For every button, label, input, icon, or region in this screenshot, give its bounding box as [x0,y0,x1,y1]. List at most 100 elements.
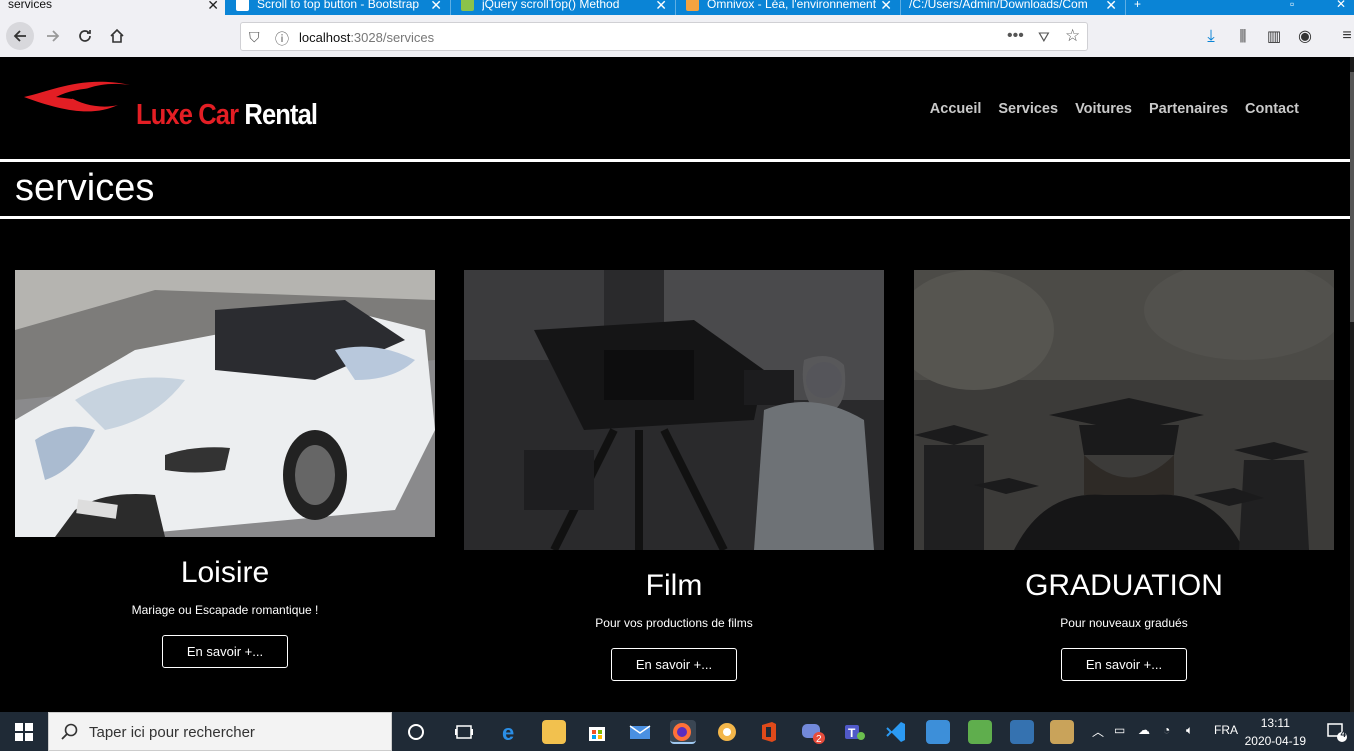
tab-separator [450,0,451,15]
tab-local-file[interactable]: /C:/Users/Admin/Downloads/Com ✕ [903,0,1123,15]
tab-jquery-scrolltop[interactable]: jQuery scrollTop() Method ✕ [453,0,673,15]
back-button[interactable] [6,22,34,50]
learn-more-button[interactable]: En savoir +... [162,635,288,668]
photos-icon[interactable] [926,720,950,744]
search-icon [61,723,78,740]
file-explorer-icon[interactable] [542,720,566,744]
address-bar[interactable]: ⛉ ⓘ localhost:3028/services ••• ⛛ ☆ [240,22,1088,51]
account-icon[interactable]: ◉ [1292,23,1318,49]
discord-icon[interactable]: 2 [800,720,825,745]
title-top-divider [0,159,1350,162]
hamburger-menu-icon[interactable]: ≡ [1334,23,1354,49]
office-icon[interactable] [757,720,781,744]
tab-scroll-to-top[interactable]: Scroll to top button - Bootstrap ✕ [228,0,448,15]
bootstrap-favicon-icon [236,0,249,11]
film-camera-image [464,270,884,550]
tab-title: services [8,0,53,11]
sidebar-icon[interactable]: ▥ [1261,23,1287,49]
cortana-icon[interactable] [404,720,428,744]
site-logo[interactable]: Luxe Car Rental [22,75,342,135]
main-nav: Accueil Services Voitures Partenaires Co… [930,101,1299,117]
home-button[interactable] [104,23,130,49]
battery-icon[interactable]: ▭ [1114,723,1125,737]
library-icon[interactable]: ⫼ [1230,23,1256,49]
taskbar-search-box[interactable]: Taper ici pour rechercher [48,712,392,751]
home-icon [110,28,124,43]
tab-title: /C:/Users/Admin/Downloads/Com [909,0,1088,11]
app-installer-icon[interactable] [968,720,992,744]
network-app-icon[interactable] [1010,720,1034,744]
w3schools-favicon-icon [461,0,474,11]
cloud-icon[interactable]: ☁ [1138,723,1150,737]
clock-time: 13:11 [1260,716,1290,730]
tracking-protection-shield-icon[interactable]: ⛉ [249,29,260,46]
tab-title: Omnivox - Léa, l'environnement [707,0,877,11]
brave-browser-icon[interactable] [715,720,739,744]
new-tab-button[interactable]: + [1134,0,1150,15]
page-title: services [15,167,155,209]
restore-window-icon[interactable]: ▫ [1290,0,1304,15]
reload-button[interactable] [72,23,98,49]
nav-voitures[interactable]: Voitures [1075,101,1132,117]
vscode-icon[interactable] [884,720,908,744]
card-description: Pour vos productions de films [595,616,753,630]
svg-text:T: T [848,726,856,740]
windows-taskbar: Taper ici pour rechercher e 2 T ︿ ▭ ☁ ◔ … [0,712,1354,751]
firefox-icon[interactable] [670,720,696,744]
clock-date: 2020-04-19 [1244,734,1306,748]
nav-partenaires[interactable]: Partenaires [1149,101,1228,117]
tab-close-icon[interactable]: ✕ [655,0,667,14]
tab-omnivox[interactable]: Omnivox - Léa, l'environnement ✕ [678,0,898,15]
windows-logo-icon [15,722,33,741]
paint-icon[interactable] [1050,720,1074,744]
start-button[interactable] [0,712,48,751]
forward-arrow-icon [47,30,60,42]
tab-close-icon[interactable]: ✕ [1105,0,1117,14]
tab-separator [900,0,901,15]
downloads-button[interactable]: ⤓ [1198,23,1224,49]
page-actions-menu-icon[interactable]: ••• [1007,27,1024,45]
card-title: GRADUATION [1025,569,1223,602]
wifi-icon[interactable]: ◔ [1163,723,1170,737]
bookmark-star-icon[interactable]: ☆ [1065,26,1080,46]
microsoft-store-icon[interactable] [585,720,609,744]
url-text: localhost:3028/services [299,30,435,45]
learn-more-button[interactable]: En savoir +... [611,648,737,681]
notification-count: 4 [1340,729,1346,740]
scrollbar-thumb[interactable] [1350,72,1354,322]
edge-browser-icon[interactable]: e [499,720,523,745]
mail-icon[interactable] [628,720,652,744]
learn-more-button[interactable]: En savoir +... [1061,648,1187,681]
title-bottom-divider [0,216,1350,219]
pocket-icon[interactable]: ⛛ [1038,29,1050,46]
notification-center-button[interactable]: 4 [1326,721,1348,742]
show-hidden-icons-chevron-icon[interactable]: ︿ [1092,723,1104,740]
forward-button[interactable] [40,23,66,49]
svg-text:2: 2 [816,734,822,745]
card-description: Pour nouveaux gradués [1060,616,1188,630]
tab-title: Scroll to top button - Bootstrap [257,0,420,11]
task-view-icon[interactable] [452,720,476,744]
volume-icon[interactable]: 🔈︎ [1186,723,1193,738]
omnivox-favicon-icon [686,0,699,11]
nav-accueil[interactable]: Accueil [930,101,982,117]
card-description: Mariage ou Escapade romantique ! [131,603,319,617]
tab-close-icon[interactable]: ✕ [207,0,219,14]
svg-text:e: e [502,720,514,744]
tab-close-icon[interactable]: ✕ [430,0,442,14]
card-title: Loisire [180,556,270,589]
teams-icon[interactable]: T [842,720,866,744]
page-scrollbar[interactable] [1350,57,1354,712]
close-window-icon[interactable]: ✕ [1336,0,1350,15]
language-indicator[interactable]: FRA [1214,723,1238,737]
web-page: Luxe Car Rental Accueil Services Voiture… [0,57,1354,712]
tab-close-icon[interactable]: ✕ [880,0,892,14]
graduation-image [914,270,1334,550]
tab-separator [1125,0,1126,15]
nav-contact[interactable]: Contact [1245,101,1299,117]
logo-swoosh-icon [24,81,130,112]
system-clock[interactable]: 13:11 2020-04-19 [1245,714,1306,750]
tab-services[interactable]: services ✕ [0,0,225,15]
nav-services[interactable]: Services [998,101,1058,117]
site-info-icon[interactable]: ⓘ [275,29,289,49]
